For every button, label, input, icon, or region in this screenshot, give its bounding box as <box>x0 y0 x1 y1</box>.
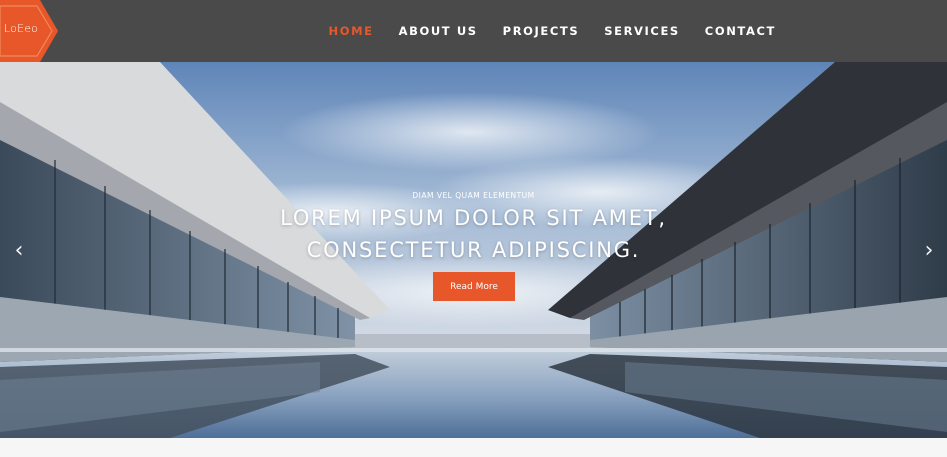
hero-headline-line-2: CONSECTETUR ADIPISCING. <box>306 238 641 262</box>
hero-eyebrow: DIAM VEL QUAM ELEMENTUM <box>412 191 535 200</box>
nav-item-contact[interactable]: CONTACT <box>692 24 788 38</box>
nav-item-services[interactable]: SERVICES <box>592 24 693 38</box>
logo-text: LoEeo <box>4 22 39 35</box>
hero-slider: DIAM VEL QUAM ELEMENTUM LOREM IPSUM DOLO… <box>0 62 947 438</box>
nav-item-projects[interactable]: PROJECTS <box>490 24 592 38</box>
site-header: LoEeo HOME ABOUT US PROJECTS SERVICES CO… <box>0 0 947 62</box>
logo[interactable]: LoEeo <box>0 0 58 62</box>
page-content-strip <box>0 438 947 457</box>
hero-content: DIAM VEL QUAM ELEMENTUM LOREM IPSUM DOLO… <box>0 62 947 438</box>
chevron-right-icon[interactable]: › <box>918 240 940 262</box>
main-nav: HOME ABOUT US PROJECTS SERVICES CONTACT <box>316 0 788 62</box>
hero-headline-line-1: LOREM IPSUM DOLOR SIT AMET, <box>280 206 667 230</box>
read-more-button[interactable]: Read More <box>433 272 515 301</box>
nav-item-home[interactable]: HOME <box>316 24 386 38</box>
chevron-left-icon[interactable]: ‹ <box>8 240 30 262</box>
nav-item-about-us[interactable]: ABOUT US <box>386 24 490 38</box>
hero-headline: LOREM IPSUM DOLOR SIT AMET, CONSECTETUR … <box>0 202 947 266</box>
